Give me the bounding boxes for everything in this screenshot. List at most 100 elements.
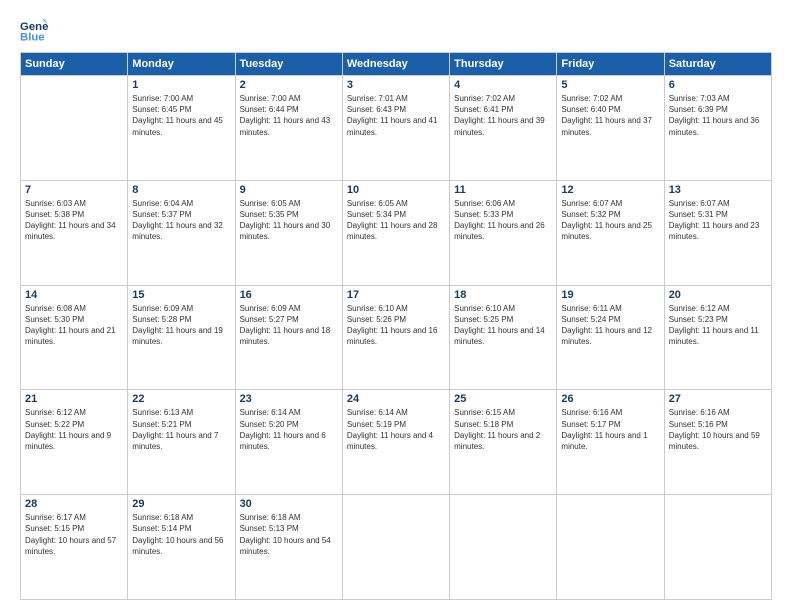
day-detail: Sunrise: 6:16 AMSunset: 5:16 PMDaylight:… xyxy=(669,407,767,452)
day-number: 24 xyxy=(347,393,445,405)
calendar-day-cell: 26 Sunrise: 6:16 AMSunset: 5:17 PMDaylig… xyxy=(557,390,664,495)
day-number: 5 xyxy=(561,79,659,91)
calendar-day-cell: 4 Sunrise: 7:02 AMSunset: 6:41 PMDayligh… xyxy=(450,76,557,181)
calendar-day-cell: 10 Sunrise: 6:05 AMSunset: 5:34 PMDaylig… xyxy=(342,180,449,285)
weekday-header: Wednesday xyxy=(342,53,449,76)
day-detail: Sunrise: 6:05 AMSunset: 5:35 PMDaylight:… xyxy=(240,198,338,243)
day-detail: Sunrise: 7:01 AMSunset: 6:43 PMDaylight:… xyxy=(347,93,445,138)
day-detail: Sunrise: 6:12 AMSunset: 5:23 PMDaylight:… xyxy=(669,303,767,348)
calendar-day-cell xyxy=(342,495,449,600)
weekday-header: Tuesday xyxy=(235,53,342,76)
weekday-header: Friday xyxy=(557,53,664,76)
calendar-day-cell: 30 Sunrise: 6:18 AMSunset: 5:13 PMDaylig… xyxy=(235,495,342,600)
day-number: 2 xyxy=(240,79,338,91)
day-number: 17 xyxy=(347,289,445,301)
logo-icon: General Blue xyxy=(20,16,48,44)
day-number: 3 xyxy=(347,79,445,91)
day-number: 22 xyxy=(132,393,230,405)
calendar-day-cell: 23 Sunrise: 6:14 AMSunset: 5:20 PMDaylig… xyxy=(235,390,342,495)
calendar-week-row: 28 Sunrise: 6:17 AMSunset: 5:15 PMDaylig… xyxy=(21,495,772,600)
calendar-day-cell: 13 Sunrise: 6:07 AMSunset: 5:31 PMDaylig… xyxy=(664,180,771,285)
calendar-day-cell: 28 Sunrise: 6:17 AMSunset: 5:15 PMDaylig… xyxy=(21,495,128,600)
day-detail: Sunrise: 6:18 AMSunset: 5:14 PMDaylight:… xyxy=(132,512,230,557)
day-detail: Sunrise: 6:12 AMSunset: 5:22 PMDaylight:… xyxy=(25,407,123,452)
calendar-week-row: 21 Sunrise: 6:12 AMSunset: 5:22 PMDaylig… xyxy=(21,390,772,495)
calendar-day-cell: 29 Sunrise: 6:18 AMSunset: 5:14 PMDaylig… xyxy=(128,495,235,600)
day-number: 30 xyxy=(240,498,338,510)
calendar-day-cell xyxy=(557,495,664,600)
calendar-day-cell: 21 Sunrise: 6:12 AMSunset: 5:22 PMDaylig… xyxy=(21,390,128,495)
logo: General Blue xyxy=(20,16,52,44)
day-number: 28 xyxy=(25,498,123,510)
day-detail: Sunrise: 6:10 AMSunset: 5:25 PMDaylight:… xyxy=(454,303,552,348)
day-detail: Sunrise: 7:02 AMSunset: 6:40 PMDaylight:… xyxy=(561,93,659,138)
calendar-header-row: SundayMondayTuesdayWednesdayThursdayFrid… xyxy=(21,53,772,76)
calendar-day-cell: 15 Sunrise: 6:09 AMSunset: 5:28 PMDaylig… xyxy=(128,285,235,390)
calendar-day-cell: 19 Sunrise: 6:11 AMSunset: 5:24 PMDaylig… xyxy=(557,285,664,390)
day-number: 7 xyxy=(25,184,123,196)
day-detail: Sunrise: 6:18 AMSunset: 5:13 PMDaylight:… xyxy=(240,512,338,557)
day-detail: Sunrise: 6:14 AMSunset: 5:19 PMDaylight:… xyxy=(347,407,445,452)
day-number: 19 xyxy=(561,289,659,301)
weekday-header: Monday xyxy=(128,53,235,76)
calendar-day-cell: 7 Sunrise: 6:03 AMSunset: 5:38 PMDayligh… xyxy=(21,180,128,285)
calendar-day-cell: 2 Sunrise: 7:00 AMSunset: 6:44 PMDayligh… xyxy=(235,76,342,181)
calendar-week-row: 7 Sunrise: 6:03 AMSunset: 5:38 PMDayligh… xyxy=(21,180,772,285)
calendar-day-cell: 1 Sunrise: 7:00 AMSunset: 6:45 PMDayligh… xyxy=(128,76,235,181)
calendar-day-cell xyxy=(450,495,557,600)
day-number: 26 xyxy=(561,393,659,405)
day-number: 25 xyxy=(454,393,552,405)
calendar-day-cell: 9 Sunrise: 6:05 AMSunset: 5:35 PMDayligh… xyxy=(235,180,342,285)
day-number: 4 xyxy=(454,79,552,91)
day-detail: Sunrise: 6:04 AMSunset: 5:37 PMDaylight:… xyxy=(132,198,230,243)
day-detail: Sunrise: 6:07 AMSunset: 5:32 PMDaylight:… xyxy=(561,198,659,243)
day-detail: Sunrise: 6:06 AMSunset: 5:33 PMDaylight:… xyxy=(454,198,552,243)
day-number: 23 xyxy=(240,393,338,405)
day-detail: Sunrise: 6:05 AMSunset: 5:34 PMDaylight:… xyxy=(347,198,445,243)
day-number: 20 xyxy=(669,289,767,301)
day-detail: Sunrise: 6:03 AMSunset: 5:38 PMDaylight:… xyxy=(25,198,123,243)
calendar-day-cell: 22 Sunrise: 6:13 AMSunset: 5:21 PMDaylig… xyxy=(128,390,235,495)
calendar-day-cell: 8 Sunrise: 6:04 AMSunset: 5:37 PMDayligh… xyxy=(128,180,235,285)
day-detail: Sunrise: 6:13 AMSunset: 5:21 PMDaylight:… xyxy=(132,407,230,452)
day-detail: Sunrise: 6:07 AMSunset: 5:31 PMDaylight:… xyxy=(669,198,767,243)
day-number: 1 xyxy=(132,79,230,91)
calendar-day-cell: 18 Sunrise: 6:10 AMSunset: 5:25 PMDaylig… xyxy=(450,285,557,390)
calendar-day-cell: 11 Sunrise: 6:06 AMSunset: 5:33 PMDaylig… xyxy=(450,180,557,285)
calendar-day-cell: 14 Sunrise: 6:08 AMSunset: 5:30 PMDaylig… xyxy=(21,285,128,390)
calendar-day-cell: 12 Sunrise: 6:07 AMSunset: 5:32 PMDaylig… xyxy=(557,180,664,285)
calendar-day-cell: 27 Sunrise: 6:16 AMSunset: 5:16 PMDaylig… xyxy=(664,390,771,495)
day-number: 29 xyxy=(132,498,230,510)
calendar-day-cell: 3 Sunrise: 7:01 AMSunset: 6:43 PMDayligh… xyxy=(342,76,449,181)
day-detail: Sunrise: 6:16 AMSunset: 5:17 PMDaylight:… xyxy=(561,407,659,452)
page: General Blue SundayMondayTuesdayWednesda… xyxy=(0,0,792,612)
calendar-day-cell: 17 Sunrise: 6:10 AMSunset: 5:26 PMDaylig… xyxy=(342,285,449,390)
calendar-day-cell: 16 Sunrise: 6:09 AMSunset: 5:27 PMDaylig… xyxy=(235,285,342,390)
header: General Blue xyxy=(20,16,772,44)
day-detail: Sunrise: 7:00 AMSunset: 6:45 PMDaylight:… xyxy=(132,93,230,138)
weekday-header: Sunday xyxy=(21,53,128,76)
weekday-header: Saturday xyxy=(664,53,771,76)
weekday-header: Thursday xyxy=(450,53,557,76)
calendar-day-cell xyxy=(664,495,771,600)
calendar-week-row: 1 Sunrise: 7:00 AMSunset: 6:45 PMDayligh… xyxy=(21,76,772,181)
day-number: 12 xyxy=(561,184,659,196)
day-detail: Sunrise: 6:10 AMSunset: 5:26 PMDaylight:… xyxy=(347,303,445,348)
day-number: 15 xyxy=(132,289,230,301)
day-detail: Sunrise: 7:03 AMSunset: 6:39 PMDaylight:… xyxy=(669,93,767,138)
day-detail: Sunrise: 6:09 AMSunset: 5:28 PMDaylight:… xyxy=(132,303,230,348)
calendar-day-cell: 6 Sunrise: 7:03 AMSunset: 6:39 PMDayligh… xyxy=(664,76,771,181)
day-detail: Sunrise: 7:02 AMSunset: 6:41 PMDaylight:… xyxy=(454,93,552,138)
day-number: 8 xyxy=(132,184,230,196)
day-detail: Sunrise: 6:11 AMSunset: 5:24 PMDaylight:… xyxy=(561,303,659,348)
day-detail: Sunrise: 6:08 AMSunset: 5:30 PMDaylight:… xyxy=(25,303,123,348)
day-detail: Sunrise: 6:09 AMSunset: 5:27 PMDaylight:… xyxy=(240,303,338,348)
svg-text:Blue: Blue xyxy=(20,32,45,44)
day-number: 6 xyxy=(669,79,767,91)
day-number: 10 xyxy=(347,184,445,196)
calendar-week-row: 14 Sunrise: 6:08 AMSunset: 5:30 PMDaylig… xyxy=(21,285,772,390)
day-number: 21 xyxy=(25,393,123,405)
calendar-table: SundayMondayTuesdayWednesdayThursdayFrid… xyxy=(20,52,772,600)
day-detail: Sunrise: 6:14 AMSunset: 5:20 PMDaylight:… xyxy=(240,407,338,452)
day-number: 18 xyxy=(454,289,552,301)
